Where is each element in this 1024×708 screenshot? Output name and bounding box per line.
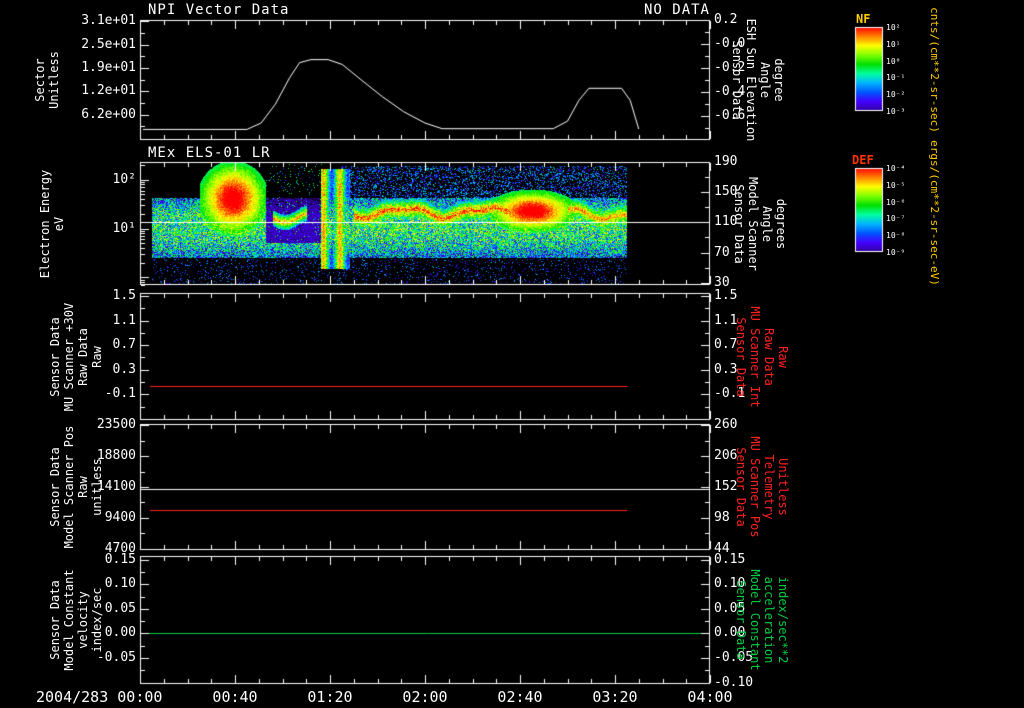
y-tick-label: 1.2e+01 xyxy=(81,83,136,99)
x-tick-label: 04:00 xyxy=(687,688,733,706)
colorbar-tick-label: 10⁻⁸ xyxy=(886,231,906,241)
plot-canvas xyxy=(0,0,1024,708)
nf-colorbar-title: NF xyxy=(856,12,871,26)
colorbar-tick-label: 10⁰ xyxy=(886,56,901,66)
panel2-title: MEx ELS-01 LR xyxy=(148,145,271,161)
right-axis-title: index/sec**2 acceleration Model Constant… xyxy=(734,569,790,671)
x-tick-label: 03:20 xyxy=(592,688,638,706)
def-colorbar-title: DEF xyxy=(852,153,874,167)
x-tick-label: 01:20 xyxy=(307,688,353,706)
x-tick-label: 00:40 xyxy=(212,688,258,706)
colorbar-tick-label: 10⁻² xyxy=(886,90,906,100)
colorbar-tick-label: 10¹ xyxy=(886,39,901,49)
colorbar-tick-label: 10⁻⁷ xyxy=(886,214,906,224)
colorbar-tick-label: 10⁻⁴ xyxy=(886,164,906,173)
x-tick-label: 02:00 xyxy=(402,688,448,706)
colorbar-tick-label: 10⁻⁵ xyxy=(886,180,906,190)
y-tick-label: 3.1e+01 xyxy=(81,13,136,29)
colorbar-tick-label: 10⁻¹ xyxy=(886,73,906,83)
colorbar-tick-label: 10⁻³ xyxy=(886,107,906,116)
y-tick-label: 10² xyxy=(112,171,136,187)
colorbar-unit-label: ergs/(cm**2-sr-sec-eV) xyxy=(928,140,941,286)
left-axis-title: Sensor Data Model Constant velocity inde… xyxy=(48,569,104,671)
y-tick-label: 2.5e+01 xyxy=(81,36,136,52)
science-telemetry-plot-screen: NPI Vector Data NO DATA MEx ELS-01 LR 20… xyxy=(0,0,1024,708)
y-tick-label: 6.2e+00 xyxy=(81,106,136,122)
colorbar-tick-label: 10⁻⁹ xyxy=(886,248,906,257)
y-tick-label: 10¹ xyxy=(112,220,136,236)
colorbar-tick-label: 10⁻⁶ xyxy=(886,197,906,207)
y-tick-label: 1.9e+01 xyxy=(81,59,136,75)
x-tick-label: 02:40 xyxy=(497,688,543,706)
colorbar-tick-label: 10² xyxy=(886,23,901,32)
no-data-status: NO DATA xyxy=(643,2,710,18)
